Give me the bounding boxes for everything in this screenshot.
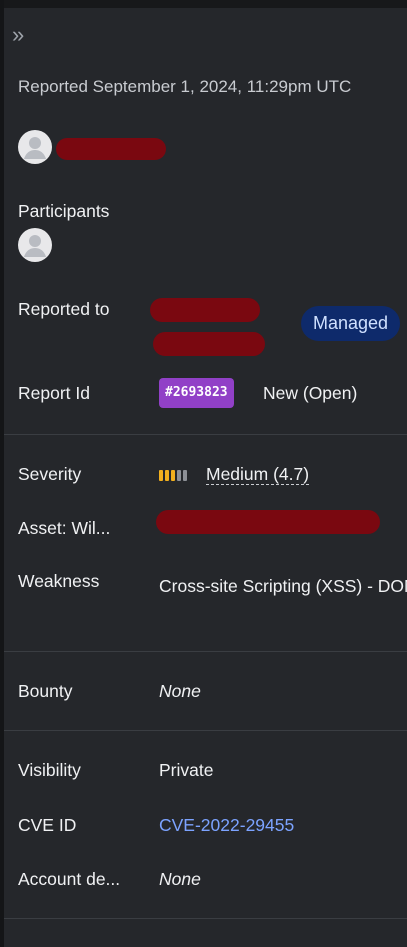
account-details-label: Account de... bbox=[18, 869, 121, 889]
visibility-label: Visibility bbox=[18, 760, 81, 780]
redacted-program-name bbox=[150, 298, 260, 322]
double-chevron-right-icon[interactable]: » bbox=[12, 22, 38, 48]
section-divider bbox=[4, 434, 407, 435]
section-divider bbox=[4, 918, 407, 919]
severity-label: Severity bbox=[18, 464, 82, 484]
redacted-reporter-name bbox=[56, 138, 166, 160]
section-divider bbox=[4, 651, 407, 652]
reporter-avatar[interactable] bbox=[18, 130, 52, 164]
severity-bar bbox=[165, 470, 169, 481]
participant-avatar[interactable] bbox=[18, 228, 52, 262]
report-sidebar-panel: » Reported September 1, 2024, 11:29pm UT… bbox=[0, 0, 407, 947]
report-id-badge[interactable]: #2693823 bbox=[159, 378, 234, 408]
user-placeholder-icon bbox=[24, 235, 46, 257]
severity-bar bbox=[171, 470, 175, 481]
user-placeholder-icon bbox=[24, 137, 46, 159]
visibility-value: Private bbox=[159, 760, 214, 780]
severity-bar bbox=[183, 470, 187, 481]
reported-date: Reported September 1, 2024, 11:29pm UTC bbox=[18, 77, 352, 96]
redacted-asset-value bbox=[156, 510, 380, 534]
reported-to-label: Reported to bbox=[18, 299, 110, 319]
weakness-value[interactable]: Cross-site Scripting (XSS) - DOM bbox=[159, 571, 407, 601]
participants-label: Participants bbox=[18, 201, 110, 221]
severity-meter-icon bbox=[159, 470, 187, 481]
cve-id-link[interactable]: CVE-2022-29455 bbox=[159, 815, 294, 836]
severity-bar bbox=[177, 470, 181, 481]
report-status: New (Open) bbox=[263, 383, 358, 403]
report-id-label: Report Id bbox=[18, 383, 90, 403]
severity-value[interactable]: Medium (4.7) bbox=[206, 464, 310, 485]
account-details-value: None bbox=[159, 869, 201, 889]
panel-top-edge bbox=[4, 0, 407, 8]
section-divider bbox=[4, 730, 407, 731]
redacted-program-handle bbox=[153, 332, 265, 356]
bounty-value: None bbox=[159, 681, 201, 701]
weakness-label: Weakness bbox=[18, 571, 100, 591]
asset-label: Asset: Wil... bbox=[18, 518, 111, 538]
cve-id-label: CVE ID bbox=[18, 815, 77, 835]
severity-bar bbox=[159, 470, 163, 481]
bounty-label: Bounty bbox=[18, 681, 73, 701]
managed-badge: Managed bbox=[301, 306, 401, 341]
